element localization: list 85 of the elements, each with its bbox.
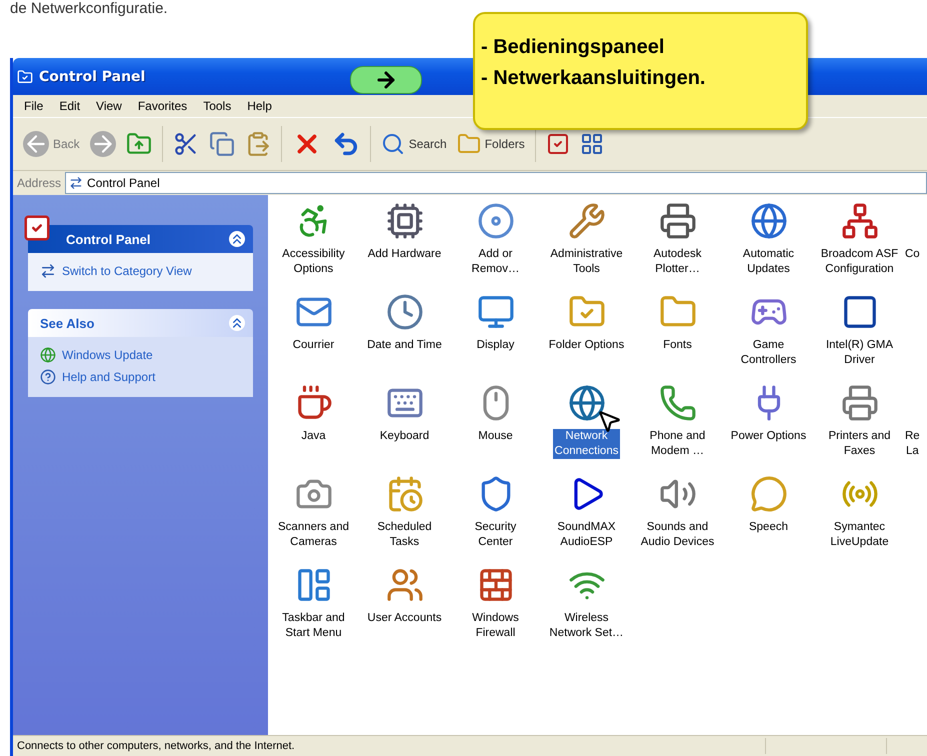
item-label[interactable]: Folder Options bbox=[546, 338, 626, 353]
status-text: Connects to other computers, networks, and the Internet. bbox=[16, 740, 296, 752]
folder-icon bbox=[456, 132, 481, 156]
item-label[interactable]: Mouse bbox=[476, 429, 515, 444]
wrench-icon[interactable] bbox=[568, 202, 606, 240]
menu-item[interactable]: Favorites bbox=[130, 99, 194, 113]
item-label[interactable]: SoundMAX AudioESP bbox=[555, 520, 618, 550]
task-link[interactable]: Switch to Category View bbox=[62, 264, 192, 278]
item-label[interactable]: Symantec LiveUpdate bbox=[828, 520, 891, 550]
item-label[interactable]: Co bbox=[905, 247, 920, 262]
item-label[interactable]: Wireless Network Set… bbox=[547, 611, 626, 641]
monitor-icon[interactable] bbox=[476, 293, 514, 331]
panel-header[interactable]: Control Panel bbox=[28, 225, 253, 253]
folder-up-icon[interactable] bbox=[126, 131, 152, 157]
item-label[interactable]: Courrier bbox=[290, 338, 336, 353]
back-button[interactable]: Back bbox=[23, 131, 80, 157]
item-label[interactable]: Re La bbox=[905, 429, 920, 459]
speech-bubble-icon[interactable] bbox=[750, 475, 788, 513]
printer-icon[interactable] bbox=[840, 384, 878, 422]
item-label[interactable]: Automatic Updates bbox=[740, 247, 796, 277]
panel-title: Control Panel bbox=[66, 232, 151, 246]
intro-text: de Netwerkconfiguratie. bbox=[10, 0, 168, 17]
users-icon[interactable] bbox=[386, 566, 424, 604]
help-icon bbox=[40, 369, 56, 385]
network-icon[interactable] bbox=[840, 202, 878, 240]
disc-icon[interactable] bbox=[476, 202, 514, 240]
menu-item[interactable]: Tools bbox=[196, 99, 238, 113]
item-label[interactable]: Security Center bbox=[472, 520, 518, 550]
printer-icon[interactable] bbox=[658, 202, 696, 240]
globe-icon[interactable] bbox=[568, 384, 606, 422]
views-icon[interactable] bbox=[580, 132, 604, 156]
menu-item[interactable]: View bbox=[89, 99, 129, 113]
item-label[interactable]: Scanners and Cameras bbox=[276, 520, 351, 550]
search-icon bbox=[380, 132, 405, 156]
item-label[interactable]: Power Options bbox=[728, 429, 808, 444]
item-label[interactable]: Administrative Tools bbox=[548, 247, 625, 277]
switch-view-icon bbox=[40, 263, 56, 279]
task-link[interactable]: Windows Update bbox=[62, 348, 153, 362]
item-label[interactable]: Add or Remov… bbox=[470, 247, 522, 277]
window-title: Control Panel bbox=[39, 68, 146, 84]
item-label[interactable]: Fonts bbox=[661, 338, 694, 353]
panel-title: See Also bbox=[40, 316, 94, 330]
menu-item[interactable]: File bbox=[17, 99, 50, 113]
arrow-badge bbox=[350, 66, 422, 94]
item-label[interactable]: Windows Firewall bbox=[470, 611, 521, 641]
phone-icon[interactable] bbox=[658, 384, 696, 422]
item-label[interactable]: Sounds and Audio Devices bbox=[638, 520, 716, 550]
item-label[interactable]: Java bbox=[299, 429, 328, 444]
item-label[interactable]: Intel(R) GMA Driver bbox=[824, 338, 896, 368]
item-label[interactable]: Network Connections bbox=[552, 429, 620, 459]
item-label[interactable]: Scheduled Tasks bbox=[375, 520, 434, 550]
folders-button[interactable]: Folders bbox=[456, 132, 525, 156]
checkbox-icon[interactable] bbox=[546, 132, 570, 156]
item-label[interactable]: Accessibility Options bbox=[280, 247, 347, 277]
collapse-icon[interactable] bbox=[229, 315, 245, 331]
item-label[interactable]: Taskbar and Start Menu bbox=[280, 611, 347, 641]
item-label[interactable]: Broadcom ASF Configuration bbox=[818, 247, 900, 277]
scissors-icon[interactable] bbox=[172, 131, 199, 157]
globe-icon bbox=[40, 347, 56, 363]
chip-icon[interactable] bbox=[386, 202, 424, 240]
item-label[interactable]: Phone and Modem … bbox=[648, 429, 708, 459]
item-label[interactable]: User Accounts bbox=[365, 611, 444, 626]
item-label[interactable]: Printers and Faxes bbox=[826, 429, 892, 459]
item-label[interactable]: Speech bbox=[746, 520, 790, 535]
item-label[interactable]: Add Hardware bbox=[366, 247, 444, 262]
item-label[interactable]: Autodesk Plotter… bbox=[652, 247, 704, 277]
panel-header[interactable]: See Also bbox=[28, 309, 253, 337]
callout-text: - Netwerkaansluitingen. bbox=[481, 67, 706, 90]
forward-icon[interactable] bbox=[90, 131, 116, 157]
item-label[interactable]: Date and Time bbox=[365, 338, 444, 353]
callout-text: - Bedieningspaneel bbox=[481, 36, 666, 59]
switch-view-icon bbox=[69, 176, 84, 190]
collapse-icon[interactable] bbox=[229, 231, 245, 247]
checklist-icon bbox=[22, 213, 52, 243]
menu-item[interactable]: Help bbox=[240, 99, 279, 113]
clock-icon[interactable] bbox=[386, 293, 424, 331]
copy-icon[interactable] bbox=[208, 131, 235, 157]
item-label[interactable]: Display bbox=[474, 338, 516, 353]
menu-item[interactable]: Edit bbox=[52, 99, 88, 113]
search-button[interactable]: Search bbox=[380, 132, 447, 156]
item-label[interactable]: Game Controllers bbox=[738, 338, 798, 368]
item-label[interactable]: Keyboard bbox=[378, 429, 432, 444]
address-label: Address bbox=[17, 176, 62, 190]
task-link[interactable]: Help and Support bbox=[62, 370, 156, 384]
address-field[interactable]: Control Panel bbox=[65, 172, 927, 194]
